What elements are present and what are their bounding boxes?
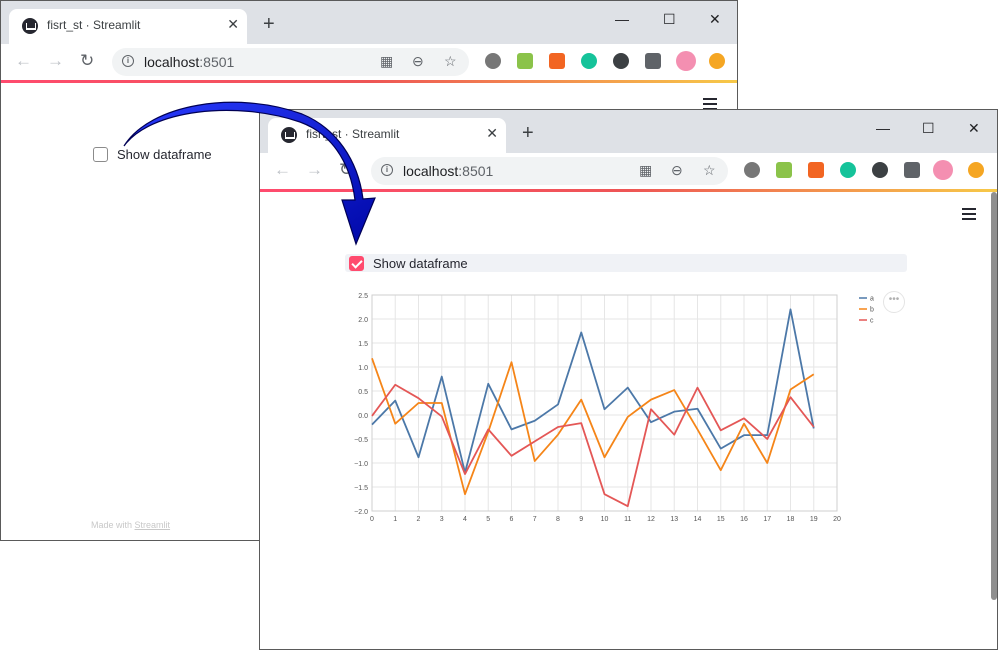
annotation-arrow-icon <box>123 101 376 246</box>
